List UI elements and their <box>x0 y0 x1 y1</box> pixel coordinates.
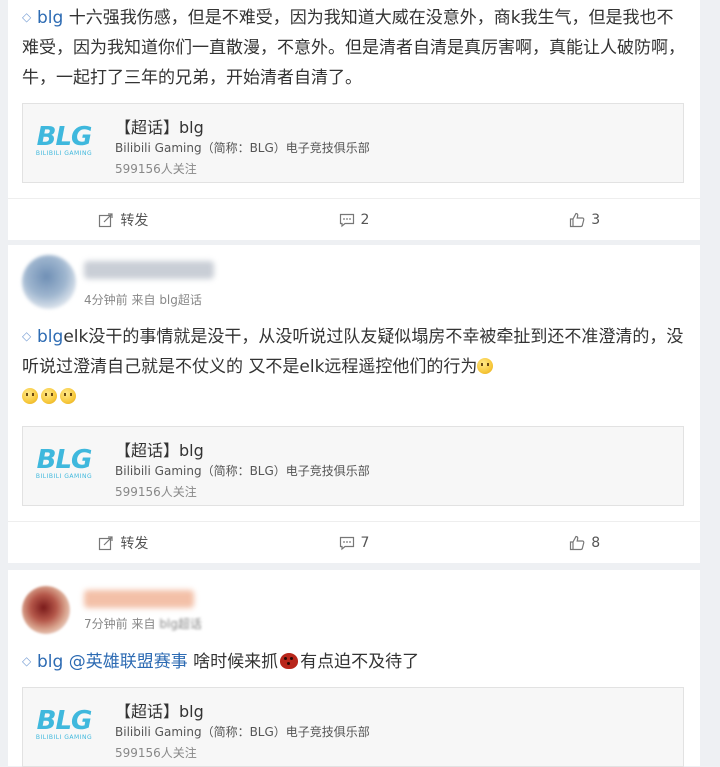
repost-button[interactable]: 转发 <box>8 199 239 240</box>
post-source[interactable]: blg超话 <box>159 293 202 307</box>
like-button[interactable]: 8 <box>469 522 700 563</box>
thumbs-up-icon <box>570 535 585 550</box>
avatar[interactable] <box>22 255 76 309</box>
topic-subtitle: Bilibili Gaming（简称：BLG）电子竞技俱乐部 <box>115 725 370 739</box>
post-text: ◇ blg 十六强我伤感，但是不难受，因为我知道大威在没意外，商k我生气，但是我也… <box>8 0 700 93</box>
post-header: 4分钟前 来自 blg超话 <box>8 245 700 317</box>
post-text: ◇ blg @英雄联盟赛事 啥时候来抓 有点迫不及待了 <box>22 652 420 672</box>
avatar[interactable] <box>22 586 70 634</box>
post-card: 7分钟前 来自 blg超话 ◇ blg @英雄联盟赛事 啥时候来抓 有点迫不及待了 … <box>8 570 700 767</box>
post-body: 十六强我伤感，但是不难受，因为我知道大威在没意外，商k我生气，但是我也不难受，因… <box>22 8 685 88</box>
topic-tag-link[interactable]: blg <box>37 8 63 28</box>
topic-title: 【超话】blg <box>115 702 204 721</box>
like-button[interactable]: 3 <box>469 199 700 240</box>
smile-emoji-icon <box>477 358 494 374</box>
ladybug-emoji-icon <box>280 653 299 669</box>
post-card: ◇ blg 十六强我伤感，但是不难受，因为我知道大威在没意外，商k我生气，但是我也… <box>8 0 700 240</box>
topic-subtitle: Bilibili Gaming（简称：BLG）电子竞技俱乐部 <box>115 141 370 155</box>
post-text: ◇ blgelk没干的事情就是没干，从没听说过队友疑似塌房不幸被牵扯到还不准澄清的… <box>8 322 700 412</box>
mention-link[interactable]: @英雄联盟赛事 <box>69 652 188 672</box>
smile-emoji-icon <box>22 388 38 404</box>
topic-title: 【超话】blg <box>115 118 204 137</box>
blush-emoji-icon <box>60 388 76 404</box>
comment-icon <box>339 213 354 227</box>
comment-button[interactable]: 2 <box>239 199 470 240</box>
blg-logo: BLG BILIBILI GAMING <box>35 122 93 157</box>
super-topic-icon: ◇ <box>22 10 32 24</box>
post-actions: 转发 2 3 <box>8 198 700 240</box>
post-meta: 4分钟前 来自 blg超话 <box>84 293 202 307</box>
post-header: 7分钟前 来自 blg超话 <box>8 570 700 640</box>
username-blurred[interactable] <box>84 261 214 279</box>
topic-tag-link[interactable]: blg <box>37 327 63 347</box>
topic-card[interactable]: BLG BILIBILI GAMING 【超话】blg Bilibili Gami… <box>22 426 684 506</box>
topic-card[interactable]: BLG BILIBILI GAMING 【超话】blg Bilibili Gami… <box>22 687 684 767</box>
repost-button[interactable]: 转发 <box>8 522 239 563</box>
comment-button[interactable]: 7 <box>239 522 470 563</box>
blg-logo: BLG BILIBILI GAMING <box>35 706 93 741</box>
post-time[interactable]: 4分钟前 <box>84 293 128 307</box>
post-actions: 转发 7 8 <box>8 521 700 563</box>
post-body: elk没干的事情就是没干，从没听说过队友疑似塌房不幸被牵扯到还不准澄清的，没听说… <box>22 327 684 377</box>
post-meta: 7分钟前 来自 blg超话 <box>84 617 202 631</box>
topic-followers: 599156人关注 <box>115 746 197 760</box>
blg-logo: BLG BILIBILI GAMING <box>35 445 93 480</box>
post-card: 4分钟前 来自 blg超话 ◇ blgelk没干的事情就是没干，从没听说过队友疑似… <box>8 245 700 563</box>
repost-icon <box>99 212 113 227</box>
topic-card[interactable]: BLG BILIBILI GAMING 【超话】blg Bilibili Gami… <box>22 103 684 183</box>
blush-emoji-icon <box>41 388 57 404</box>
username-blurred[interactable] <box>84 590 194 608</box>
post-source[interactable]: blg超话 <box>159 617 202 631</box>
topic-tag-link[interactable]: blg <box>37 652 63 672</box>
topic-followers: 599156人关注 <box>115 485 197 499</box>
topic-followers: 599156人关注 <box>115 162 197 176</box>
thumbs-up-icon <box>570 212 585 227</box>
comment-icon <box>339 536 354 550</box>
topic-subtitle: Bilibili Gaming（简称：BLG）电子竞技俱乐部 <box>115 464 370 478</box>
post-time[interactable]: 7分钟前 <box>84 617 128 631</box>
weibo-feed: ◇ blg 十六强我伤感，但是不难受，因为我知道大威在没意外，商k我生气，但是我也… <box>0 0 720 767</box>
topic-title: 【超话】blg <box>115 441 204 460</box>
super-topic-icon: ◇ <box>22 654 32 668</box>
repost-icon <box>99 535 113 550</box>
super-topic-icon: ◇ <box>22 329 32 343</box>
